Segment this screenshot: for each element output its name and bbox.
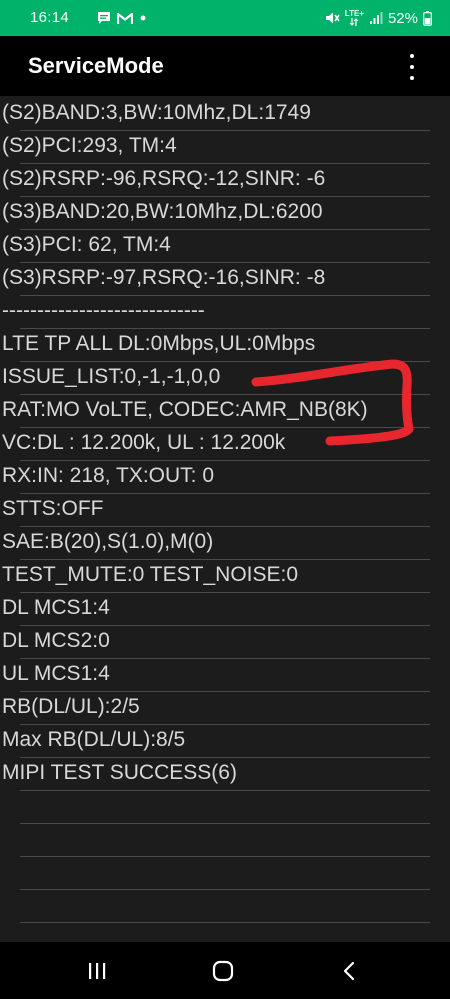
row-text: (S2)PCI:293, TM:4 <box>2 134 177 157</box>
mute-vibrate-icon <box>325 12 340 24</box>
gmail-icon <box>117 12 133 24</box>
row-text: DL MCS1:4 <box>2 596 110 619</box>
battery-icon <box>423 10 432 26</box>
row-text: (S3)RSRP:-97,RSRQ:-16,SINR: -8 <box>2 266 326 289</box>
row-text: RB(DL/UL):2/5 <box>2 695 140 718</box>
list-item: (S2)PCI:293, TM:4 <box>2 131 430 164</box>
list-item: ----------------------------- <box>2 296 430 329</box>
row-text: (S3)BAND:20,BW:10Mhz,DL:6200 <box>2 200 323 223</box>
overflow-menu-icon[interactable] <box>400 54 424 80</box>
back-icon <box>343 961 355 981</box>
list-item: RB(DL/UL):2/5 <box>2 692 430 725</box>
menu-dot <box>410 65 414 69</box>
app-bar: ServiceMode <box>0 36 450 96</box>
list-item <box>20 791 430 824</box>
row-text: VC:DL : 12.200k, UL : 12.200k <box>2 431 286 454</box>
row-text: UL MCS1:4 <box>2 662 110 685</box>
list-item: (S3)RSRP:-97,RSRQ:-16,SINR: -8 <box>2 263 430 296</box>
list-item: SAE:B(20),S(1.0),M(0) <box>2 527 430 560</box>
chat-icon <box>98 12 110 24</box>
list-item: MIPI TEST SUCCESS(6) <box>2 758 430 791</box>
recent-apps-button[interactable] <box>82 956 112 986</box>
status-time: 16:14 <box>30 9 70 26</box>
network-type: LTE+ <box>344 9 364 18</box>
row-text: RX:IN: 218, TX:OUT: 0 <box>2 464 215 487</box>
row-text: DL MCS2:0 <box>2 629 110 652</box>
row-text: LTE TP ALL DL:0Mbps,UL:0Mbps <box>2 332 316 355</box>
list-item: TEST_MUTE:0 TEST_NOISE:0 <box>2 560 430 593</box>
notification-dot-icon <box>140 15 146 21</box>
row-text: Max RB(DL/UL):8/5 <box>2 728 186 751</box>
list-item: (S3)PCI: 62, TM:4 <box>2 230 430 263</box>
list-item: DL MCS1:4 <box>2 593 430 626</box>
row-text: MIPI TEST SUCCESS(6) <box>2 761 237 784</box>
list-item: ISSUE_LIST:0,-1,-1,0,0 <box>2 362 430 395</box>
list-item: RAT:MO VoLTE, CODEC:AMR_NB(8K) <box>2 395 430 428</box>
info-rows: (S2)BAND:3,BW:10Mhz,DL:1749 (S2)PCI:293,… <box>0 98 450 923</box>
row-text: RAT:MO VoLTE, CODEC:AMR_NB(8K) <box>2 398 368 421</box>
list-item: Max RB(DL/UL):8/5 <box>2 725 430 758</box>
back-button[interactable] <box>334 956 364 986</box>
battery-percent: 52% <box>387 9 418 27</box>
list-item <box>20 857 430 890</box>
list-item: LTE TP ALL DL:0Mbps,UL:0Mbps <box>2 329 430 362</box>
row-text: TEST_MUTE:0 TEST_NOISE:0 <box>2 563 299 586</box>
list-item: (S3)BAND:20,BW:10Mhz,DL:6200 <box>2 197 430 230</box>
service-mode-list[interactable]: (S2)BAND:3,BW:10Mhz,DL:1749 (S2)PCI:293,… <box>0 96 450 942</box>
list-item: RX:IN: 218, TX:OUT: 0 <box>2 461 430 494</box>
row-text: (S2)BAND:3,BW:10Mhz,DL:1749 <box>2 101 311 124</box>
row-text: (S3)PCI: 62, TM:4 <box>2 233 171 256</box>
row-text: ISSUE_LIST:0,-1,-1,0,0 <box>2 365 221 388</box>
list-item: (S2)BAND:3,BW:10Mhz,DL:1749 <box>2 98 430 131</box>
list-item: (S2)RSRP:-96,RSRQ:-12,SINR: -6 <box>2 164 430 197</box>
navigation-bar <box>0 942 450 999</box>
row-text: SAE:B(20),S(1.0),M(0) <box>2 530 214 553</box>
list-item: UL MCS1:4 <box>2 659 430 692</box>
system-status-icons: LTE+ 52% <box>324 8 432 28</box>
list-item: VC:DL : 12.200k, UL : 12.200k <box>2 428 430 461</box>
list-item: STTS:OFF <box>2 494 430 527</box>
home-button[interactable] <box>208 956 238 986</box>
row-text: (S2)RSRP:-96,RSRQ:-12,SINR: -6 <box>2 167 326 190</box>
home-icon <box>212 960 234 982</box>
list-item <box>20 890 430 923</box>
list-item <box>20 824 430 857</box>
signal-bars-icon <box>369 12 383 24</box>
menu-dot <box>410 76 414 80</box>
page-title: ServiceMode <box>28 53 164 78</box>
status-bar: 16:14 LTE+ 52% <box>0 0 450 36</box>
lte-plus-icon: LTE+ <box>345 10 364 26</box>
row-text: ----------------------------- <box>2 299 205 322</box>
menu-dot <box>410 54 414 58</box>
list-item: DL MCS2:0 <box>2 626 430 659</box>
recent-apps-icon <box>89 963 106 979</box>
row-text: STTS:OFF <box>2 497 104 520</box>
notification-icons <box>97 8 147 28</box>
